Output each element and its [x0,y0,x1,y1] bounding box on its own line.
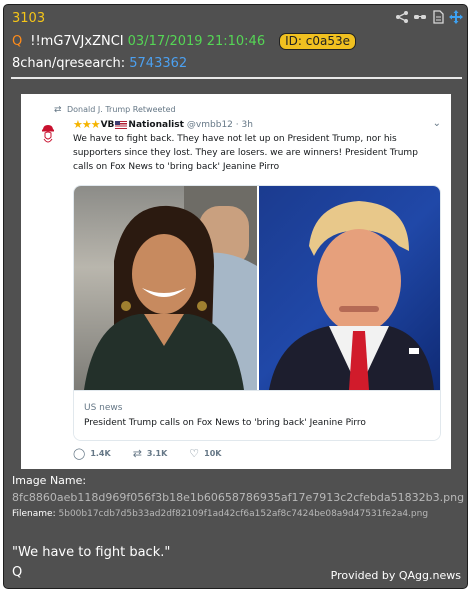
retweet-line: ⇄ Donald J. Trump Retweeted [54,105,176,115]
post-signature: Q [12,565,23,580]
tripcode: !!mG7VJxZNCI [30,34,124,49]
author-name-part2: Nationalist [128,119,184,130]
retweet-icon: ⇄ [132,447,142,460]
filename[interactable]: 5b00b17cdb7d5b33ad2df82109f1ad42cf6a152a… [59,509,429,519]
post-toolbar [395,10,463,24]
retweet-small-icon: ⇄ [54,105,62,115]
post-card: 3103 Q !!mG7VJxZNCI 03/17/2019 21:10:46 … [3,4,468,589]
filename-line: Filename: 5b00b17cdb7d5b33ad2df82109f1ad… [12,509,428,519]
link-card[interactable]: US news President Trump calls on Fox New… [73,185,441,441]
glasses-icon[interactable] [413,10,427,24]
image-name-label: Image Name: [12,474,87,487]
like-action[interactable]: ♡ 10K [189,447,221,460]
post-header: Q !!mG7VJxZNCI 03/17/2019 21:10:46 ID: c… [12,33,356,50]
header-divider [11,77,462,79]
stars-icon: ★★★ [73,118,101,131]
author-name-part1: VB [100,119,115,130]
tweet-text: We have to fight back. They have not let… [73,134,418,172]
reply-count: 1.4K [90,449,111,458]
board-line: 8chan/qresearch: 5743362 [12,56,187,71]
photo-woman [74,186,257,390]
chevron-down-icon[interactable]: ⌄ [433,118,441,129]
retweet-count: 3.1K [146,449,168,458]
avatar [36,122,60,146]
us-flag-icon [115,120,128,129]
post-ref-link[interactable]: 5743362 [129,56,187,71]
post-message: "We have to fight back." [12,545,171,560]
link-card-caption: US news President Trump calls on Fox New… [74,390,440,440]
board-name: 8chan/qresearch: [12,56,126,71]
tweet-author: ★★★ VB Nationalist @vmbb12 · 3h [73,118,253,131]
retweet-action[interactable]: ⇄ 3.1K [133,447,168,460]
filename-label: Filename: [12,509,56,519]
retweeted-by: Donald J. Trump Retweeted [67,105,176,114]
tweet-actions: ◯ 1.4K ⇄ 3.1K ♡ 10K [73,447,222,460]
image-name[interactable]: 8fc8860aeb118d969f056f3b18e1b60658786935… [12,491,464,504]
like-count: 10K [204,449,222,458]
reply-action[interactable]: ◯ 1.4K [73,447,111,460]
id-badge[interactable]: ID: c0a53e [279,33,356,50]
card-source: US news [84,403,123,413]
reply-icon: ◯ [73,447,86,460]
q-marker: Q [12,34,23,49]
move-icon[interactable] [449,10,463,24]
provided-by[interactable]: Provided by QAgg.news [331,569,461,582]
tweet-screenshot[interactable]: ⇄ Donald J. Trump Retweeted ★★★ VB Nation… [21,94,451,469]
photo-man [259,186,440,390]
heart-icon: ♡ [189,447,200,460]
post-datetime: 03/17/2019 21:10:46 [127,34,266,49]
author-handle: @vmbb12 · 3h [186,119,253,130]
share-icon[interactable] [395,10,409,24]
document-icon[interactable] [431,10,445,24]
card-title: President Trump calls on Fox News to 'br… [84,418,366,428]
post-number[interactable]: 3103 [12,11,45,26]
